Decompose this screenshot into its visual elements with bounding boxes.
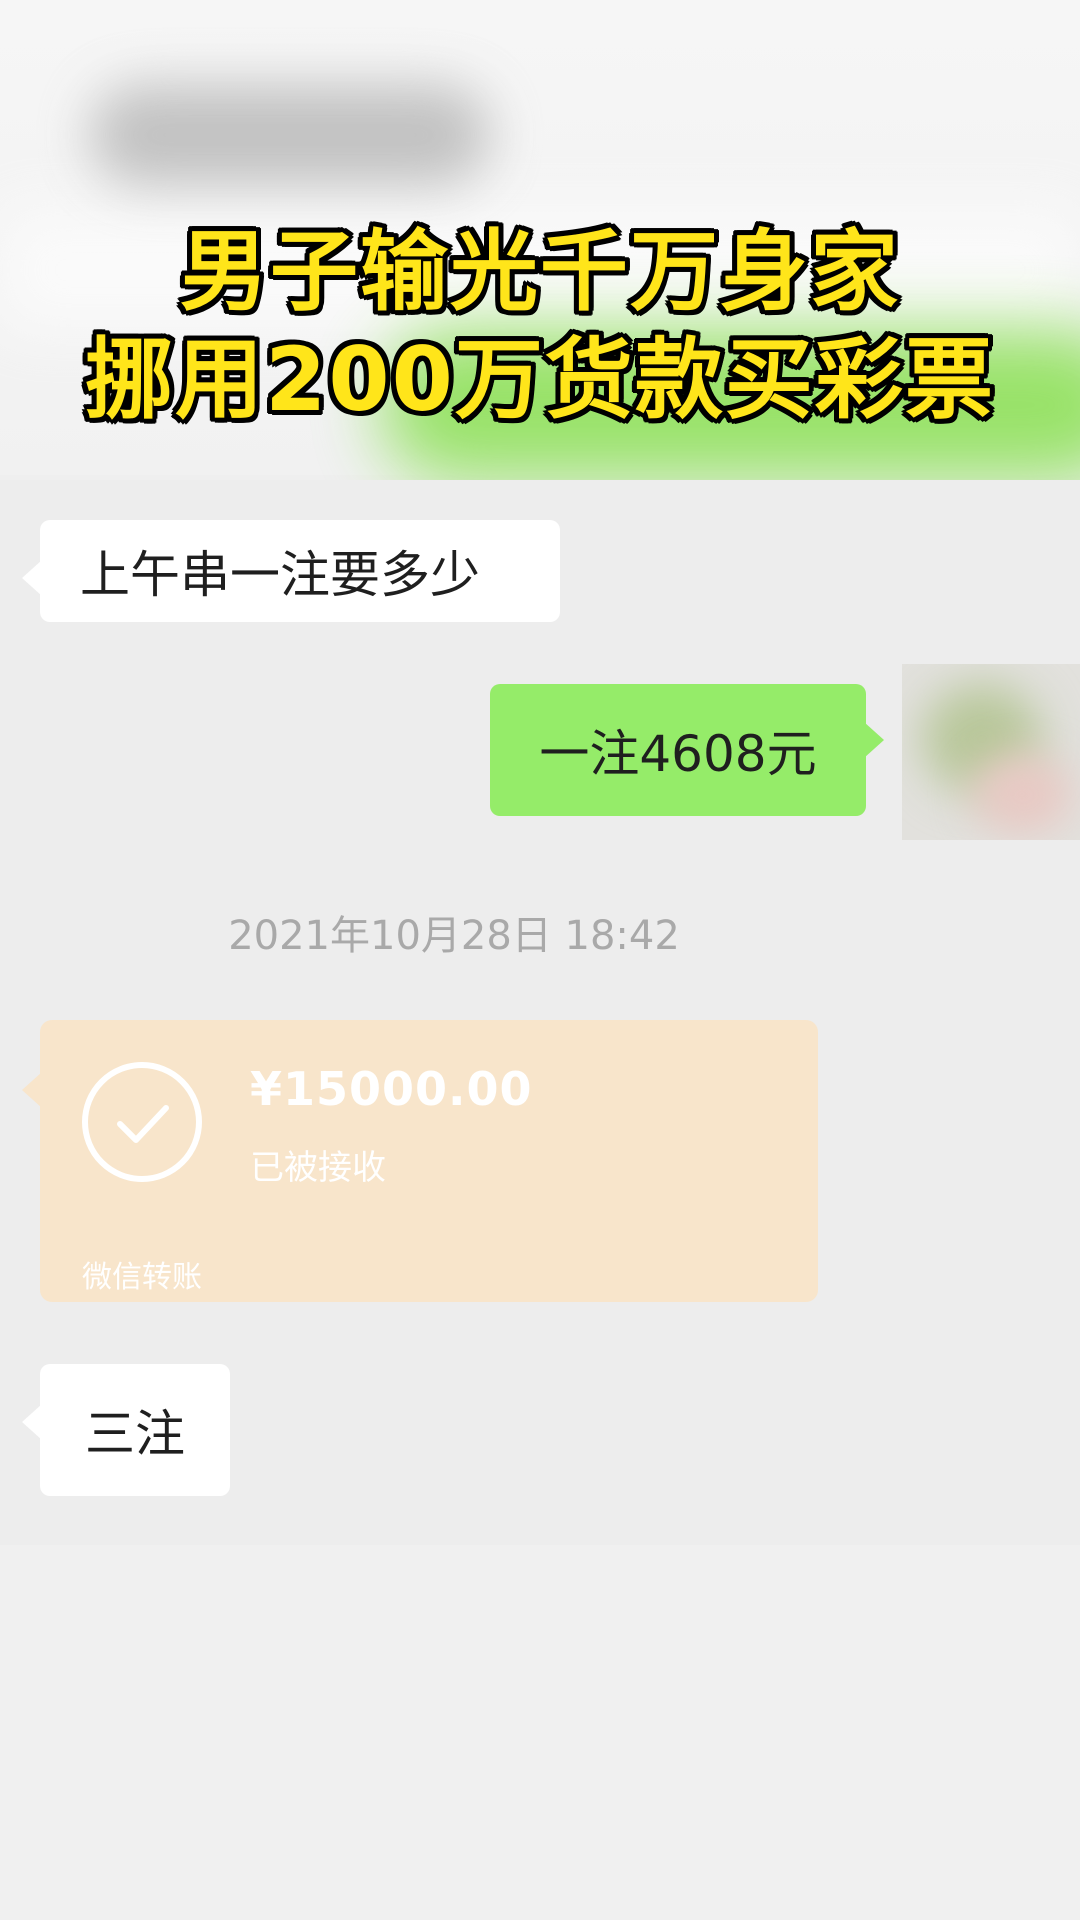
- avatar-blur-pink: [972, 754, 1072, 834]
- transfer-footer-label: 微信转账: [82, 1260, 202, 1295]
- bubble-tail: [22, 1072, 42, 1108]
- message-bubble-incoming[interactable]: 上午串一注要多少: [22, 520, 560, 622]
- message-text: 一注4608元: [539, 725, 817, 783]
- headline-caption: 男子输光千万身家 挪用200万货款买彩票: [0, 218, 1080, 434]
- message-bubble-outgoing[interactable]: 一注4608元: [490, 684, 884, 816]
- blurred-contact-name: [90, 85, 490, 185]
- bubble-tail: [864, 722, 884, 758]
- transfer-card[interactable]: ¥15000.00 已被接收 微信转账: [22, 1020, 818, 1302]
- transfer-status: 已被接收: [250, 1148, 386, 1188]
- empty-lower-area: [0, 1545, 1080, 1920]
- headline-line-2: 挪用200万货款买彩票: [85, 328, 995, 431]
- screen: 男子输光千万身家 挪用200万货款买彩票 上午串一注要多少 一注4608元 20…: [0, 0, 1080, 1920]
- headline-line-1: 男子输光千万身家: [179, 220, 900, 323]
- bubble-tail: [22, 560, 42, 596]
- message-text: 三注: [85, 1405, 185, 1463]
- message-bubble-incoming[interactable]: 三注: [22, 1364, 230, 1496]
- transfer-amount: ¥15000.00: [250, 1062, 533, 1116]
- message-timestamp: 2021年10月28日 18:42: [228, 913, 680, 959]
- check-circle-icon: [82, 1062, 202, 1182]
- avatar[interactable]: [902, 664, 1080, 840]
- bubble-tail: [22, 1404, 42, 1440]
- message-text: 上午串一注要多少: [80, 546, 480, 604]
